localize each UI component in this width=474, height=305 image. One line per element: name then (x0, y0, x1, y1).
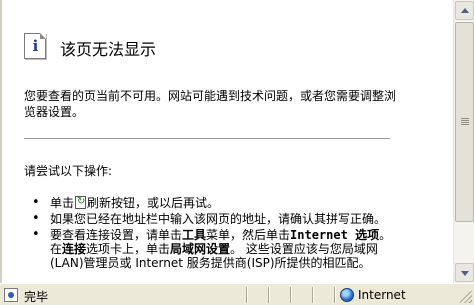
page-status-icon (4, 288, 18, 302)
internet-zone-globe-icon (340, 288, 354, 302)
steps-list: 单击刷新按钮，或以后再试。 如果您已经在地址栏中输入该网页的地址，请确认其拼写正… (32, 195, 392, 272)
status-separator (334, 287, 336, 303)
resize-grip[interactable] (460, 291, 472, 303)
list-item: 要查看连接设置，请单击工具菜单，然后单击Internet 选项。在连接选项卡上，… (32, 228, 392, 270)
status-separator (268, 287, 270, 303)
info-icon: i (24, 33, 46, 59)
error-page: i 该页无法显示 您要查看的页当前不可用。网站可能遇到技术问题，或者您需要调整浏… (0, 0, 453, 283)
list-item: 如果您已经在地址栏中输入该网页的地址，请确认其拼写正确。 (32, 212, 392, 226)
vertical-scrollbar[interactable] (453, 0, 474, 283)
scroll-up-button[interactable] (455, 1, 474, 20)
status-separator (290, 287, 292, 303)
list-item: 单击刷新按钮，或以后再试。 (32, 195, 392, 210)
refresh-icon (75, 195, 87, 209)
status-text: 完毕 (24, 290, 49, 304)
scroll-down-button[interactable] (455, 263, 474, 282)
page-title: 该页无法显示 (60, 40, 157, 59)
try-heading: 请尝试以下操作: (24, 164, 113, 178)
error-description: 您要查看的页当前不可用。网站可能遇到技术问题，或者您需要调整浏览器设置。 (24, 89, 397, 119)
security-zone-label: Internet (358, 288, 406, 302)
status-separator (312, 287, 314, 303)
divider (24, 138, 390, 139)
status-bar: 完毕 Internet (0, 283, 474, 305)
status-separator (246, 287, 248, 303)
scroll-thumb[interactable] (455, 22, 474, 222)
